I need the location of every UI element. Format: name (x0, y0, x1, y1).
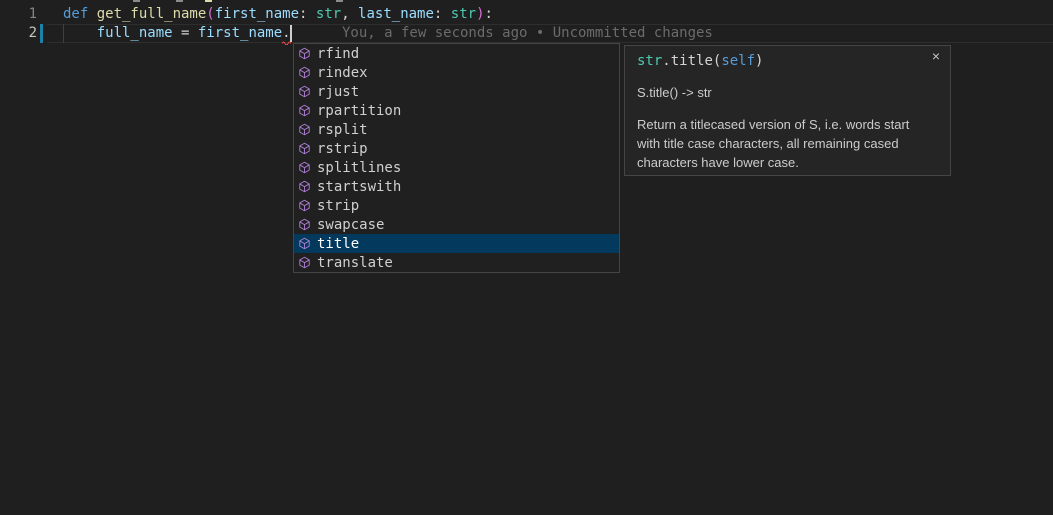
method-icon (298, 66, 311, 79)
code-text-line-2: full_name = first_name. (63, 24, 291, 43)
method-signature: str.title(self) (637, 52, 938, 71)
code-token: first_name (215, 6, 299, 22)
method-icon (298, 123, 311, 136)
code-token: self (721, 53, 755, 69)
close-icon[interactable]: × (932, 49, 940, 63)
code-token: : (485, 6, 493, 22)
line-number-2: 2 (0, 24, 37, 43)
suggestion-label: splitlines (317, 160, 401, 176)
suggestion-item[interactable]: rsplit (294, 120, 619, 139)
code-token: .title( (662, 53, 721, 69)
code-token: ) (476, 6, 484, 22)
method-icon (298, 256, 311, 269)
method-icon (298, 180, 311, 193)
method-icon (298, 142, 311, 155)
code-token: = (173, 25, 198, 41)
suggestion-item[interactable]: rpartition (294, 101, 619, 120)
method-icon (298, 104, 311, 117)
suggestion-label: startswith (317, 179, 401, 195)
code-token (63, 25, 97, 41)
docs-description: Return a titlecased version of S, i.e. w… (637, 115, 938, 172)
suggestion-docs-panel: str.title(self) × S.title() -> str Retur… (624, 45, 951, 176)
code-token: : (434, 6, 451, 22)
suggestion-item[interactable]: swapcase (294, 215, 619, 234)
git-blame-annotation: You, a few seconds ago • Uncommitted cha… (342, 24, 713, 43)
suggestion-label: translate (317, 255, 393, 271)
code-token: ) (755, 53, 763, 69)
suggestion-label: strip (317, 198, 359, 214)
error-squiggle (282, 40, 292, 45)
clipped-glyph (176, 0, 183, 2)
docs-summary: S.title() -> str (637, 85, 938, 101)
suggestion-label: swapcase (317, 217, 384, 233)
suggestion-item[interactable]: rjust (294, 82, 619, 101)
suggest-widget: rfind rindex rjust rpartition rsplit rst… (293, 43, 620, 273)
suggestion-item[interactable]: strip (294, 196, 619, 215)
clipped-glyph (336, 0, 343, 2)
code-text-line-1: def get_full_name(first_name: str, last_… (63, 5, 493, 24)
suggestion-item[interactable]: startswith (294, 177, 619, 196)
method-icon (298, 237, 311, 250)
code-editor[interactable]: 1 def get_full_name(first_name: str, las… (0, 0, 1053, 515)
suggestion-item[interactable]: splitlines (294, 158, 619, 177)
code-token: : (299, 6, 316, 22)
suggestion-label: rsplit (317, 122, 368, 138)
suggestion-label: rjust (317, 84, 359, 100)
clipped-glyph (133, 0, 140, 2)
code-token: last_name (358, 6, 434, 22)
method-icon (298, 199, 311, 212)
method-icon (298, 218, 311, 231)
method-icon (298, 47, 311, 60)
method-icon (298, 161, 311, 174)
code-token: def (63, 6, 97, 22)
code-token: str (316, 6, 341, 22)
code-token: ( (206, 6, 214, 22)
code-line-1: 1 def get_full_name(first_name: str, las… (0, 5, 1053, 24)
code-token: str (637, 53, 662, 69)
suggestion-item[interactable]: translate (294, 253, 619, 272)
suggestion-item-selected[interactable]: title (294, 234, 619, 253)
suggestion-item[interactable]: rstrip (294, 139, 619, 158)
code-token: get_full_name (97, 6, 207, 22)
suggestion-label: rpartition (317, 103, 401, 119)
method-icon (298, 85, 311, 98)
line-number-1: 1 (0, 5, 37, 24)
code-token: , (341, 6, 358, 22)
code-token: first_name (198, 25, 282, 41)
code-token: str (451, 6, 476, 22)
suggestion-item[interactable]: rfind (294, 44, 619, 63)
suggestion-item[interactable]: rindex (294, 63, 619, 82)
suggestion-label: title (317, 236, 359, 252)
suggestion-label: rstrip (317, 141, 368, 157)
suggestion-label: rfind (317, 46, 359, 62)
clipped-glyph (205, 0, 212, 2)
code-token: full_name (97, 25, 173, 41)
suggestion-label: rindex (317, 65, 368, 81)
